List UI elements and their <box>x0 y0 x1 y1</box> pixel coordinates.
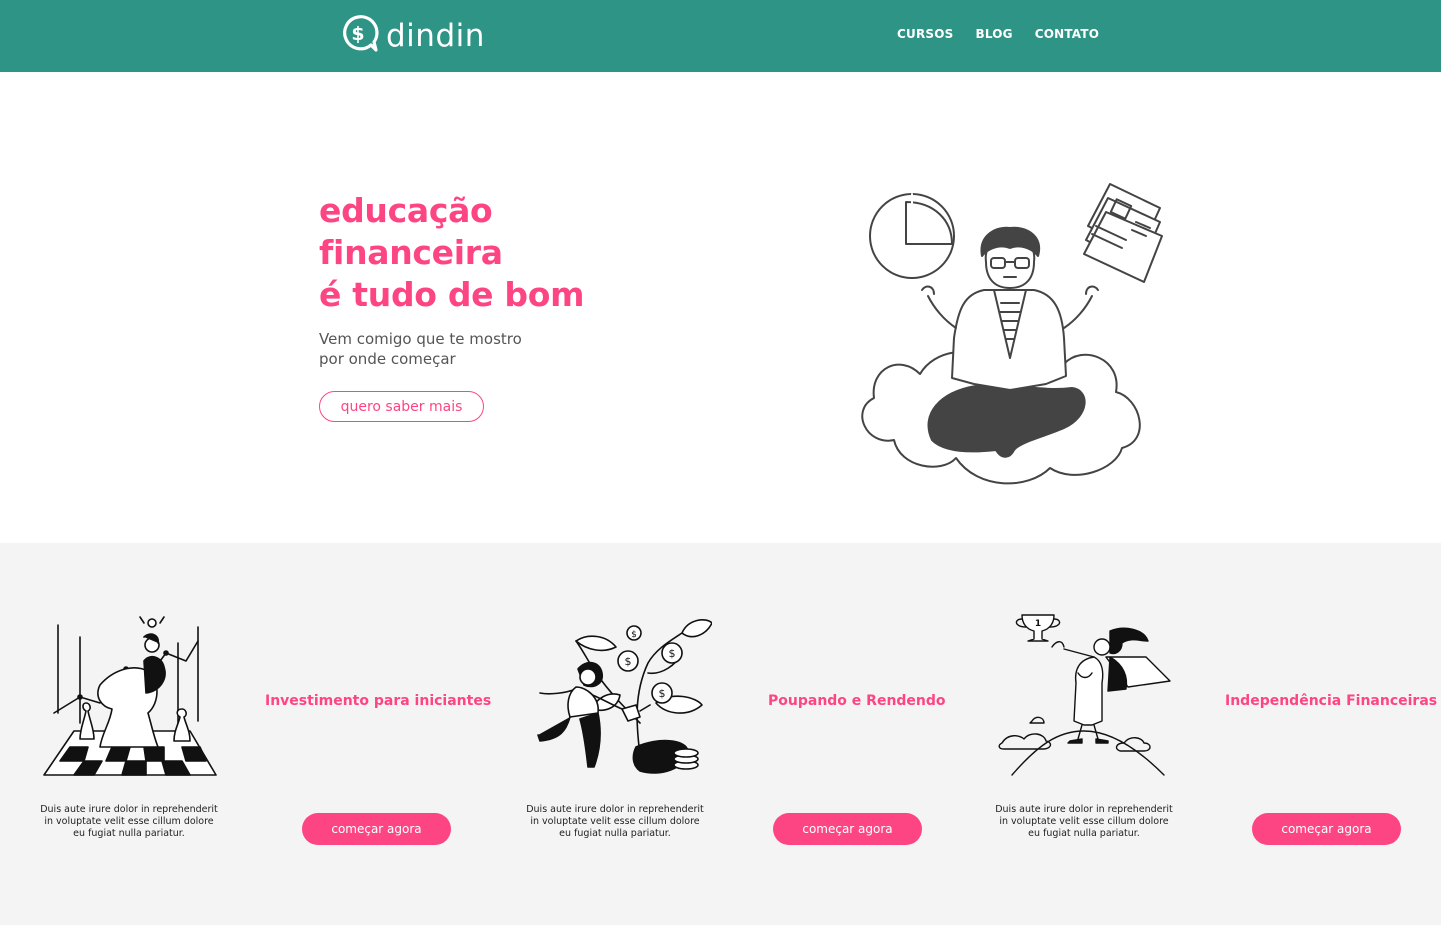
money-plant-illustration: $ $ $ $ <box>537 619 712 774</box>
svg-text:$: $ <box>669 647 676 660</box>
hero-title-line: financeira <box>319 233 503 272</box>
top-navigation-bar: $ dindin CURSOS BLOG CONTATO <box>0 0 1441 72</box>
svg-text:$: $ <box>351 23 364 45</box>
start-now-button[interactable]: começar agora <box>773 813 922 845</box>
card-title: Independência Financeiras <box>1225 693 1438 709</box>
logo-text: dindin <box>386 17 485 54</box>
nav-contato[interactable]: CONTATO <box>1035 27 1099 41</box>
hero-section: educação financeira é tudo de bom Vem co… <box>0 72 1441 543</box>
chess-horse-illustration <box>43 616 217 776</box>
card-description: Duis aute irure dolor in reprehenderit i… <box>526 804 704 839</box>
svg-text:$: $ <box>659 687 666 700</box>
card-description: Duis aute irure dolor in reprehenderit i… <box>40 804 218 839</box>
logo[interactable]: $ dindin <box>338 14 485 54</box>
main-nav: CURSOS BLOG CONTATO <box>897 27 1121 41</box>
learn-more-button[interactable]: quero saber mais <box>319 391 484 422</box>
card-description: Duis aute irure dolor in reprehenderit i… <box>995 804 1173 839</box>
courses-section: Investimento para iniciantes Duis aute i… <box>0 543 1441 925</box>
meditating-person-illustration <box>861 183 1163 485</box>
dollar-logo-icon: $ <box>343 15 379 52</box>
hero-subtitle: Vem comigo que te mostro por onde começa… <box>319 330 549 369</box>
nav-cursos[interactable]: CURSOS <box>897 27 953 41</box>
svg-text:$: $ <box>631 630 637 640</box>
hero-title: educação financeira é tudo de bom <box>319 190 585 316</box>
card-title: Investimento para iniciantes <box>265 693 492 709</box>
nav-blog[interactable]: BLOG <box>975 27 1012 41</box>
hero-title-line: é tudo de bom <box>319 275 585 314</box>
svg-text:1: 1 <box>1035 619 1041 629</box>
hero-subtitle-line: Vem comigo que te mostro <box>319 330 522 348</box>
card-title: Poupando e Rendendo <box>768 693 946 709</box>
start-now-button[interactable]: começar agora <box>302 813 451 845</box>
start-now-button[interactable]: começar agora <box>1252 813 1401 845</box>
svg-text:$: $ <box>625 655 632 668</box>
trophy-hero-illustration: 1 <box>998 614 1171 776</box>
hero-title-line: educação <box>319 191 493 230</box>
hero-subtitle-line: por onde começar <box>319 349 456 368</box>
